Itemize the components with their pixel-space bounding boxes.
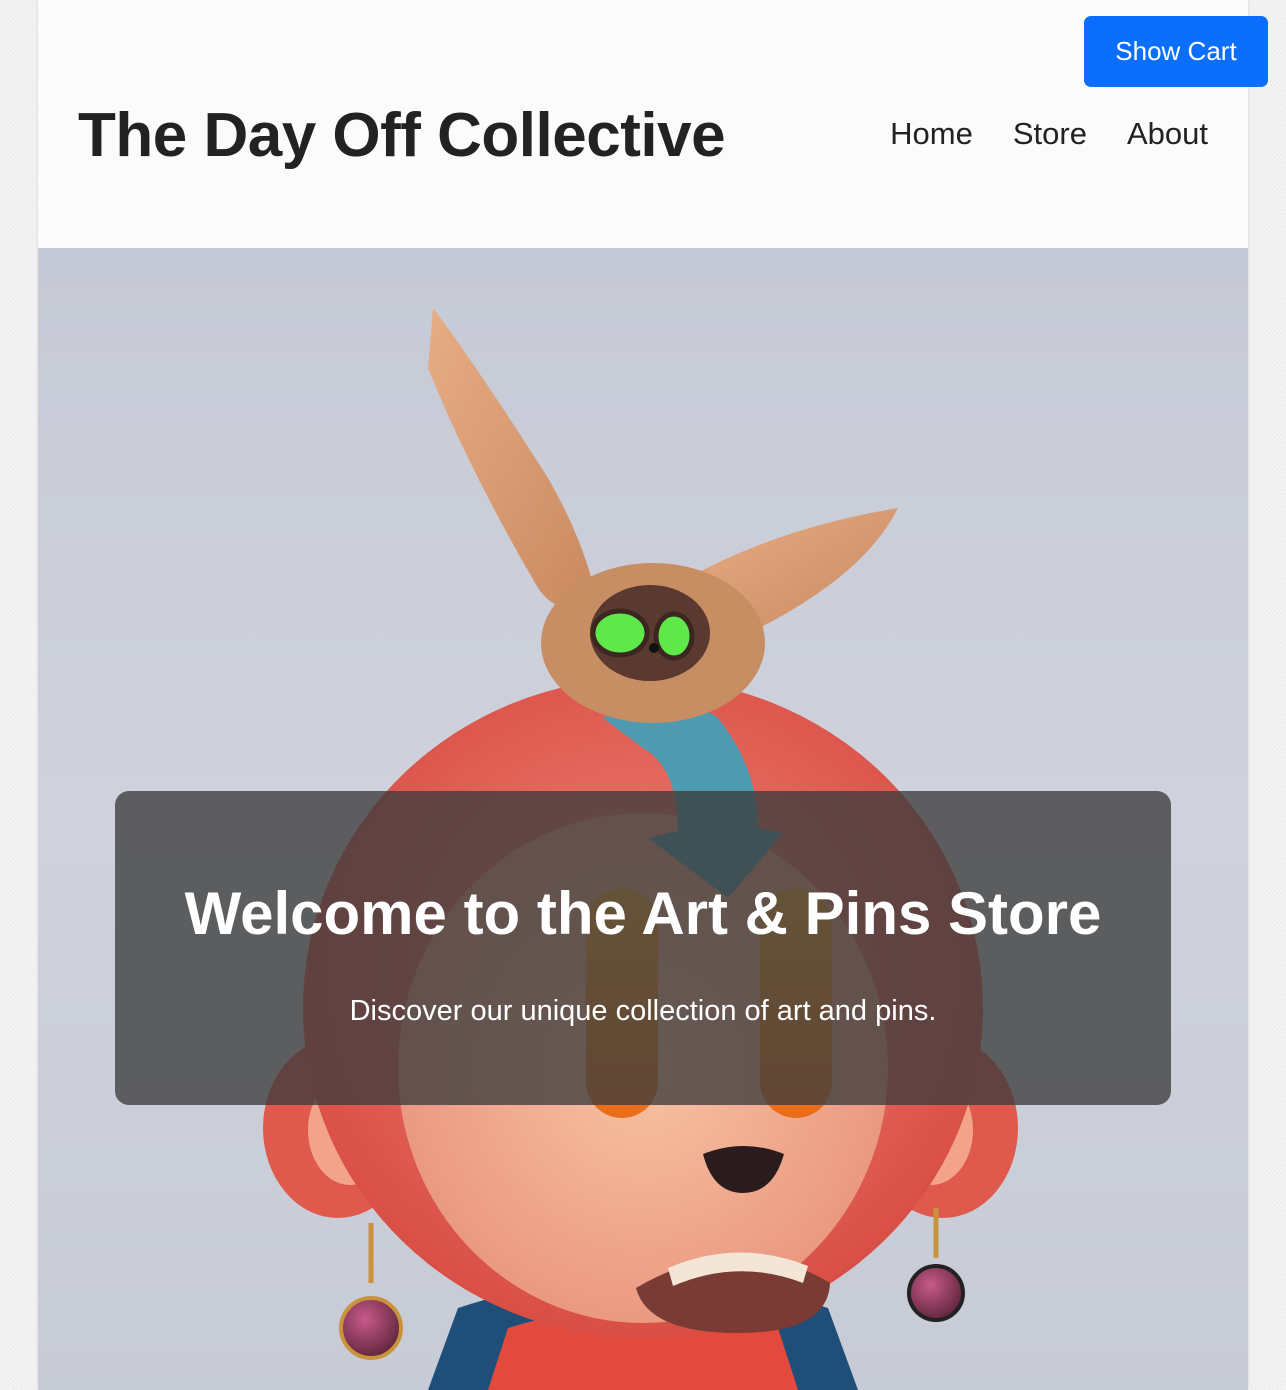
main-nav: Home Store About [890, 116, 1208, 152]
hero-overlay: Welcome to the Art & Pins Store Discover… [115, 791, 1171, 1105]
hero-banner: Welcome to the Art & Pins Store Discover… [38, 248, 1248, 1390]
show-cart-button[interactable]: Show Cart [1084, 16, 1268, 87]
site-title: The Day Off Collective [78, 101, 726, 170]
hero-title: Welcome to the Art & Pins Store [184, 880, 1102, 947]
page-container: The Day Off Collective Home Store About [38, 0, 1248, 1390]
nav-link-store[interactable]: Store [1013, 116, 1087, 152]
nav-link-about[interactable]: About [1127, 116, 1208, 152]
site-header: The Day Off Collective Home Store About [38, 0, 1248, 248]
nav-link-home[interactable]: Home [890, 116, 973, 152]
hero-subtitle: Discover our unique collection of art an… [349, 995, 937, 1027]
